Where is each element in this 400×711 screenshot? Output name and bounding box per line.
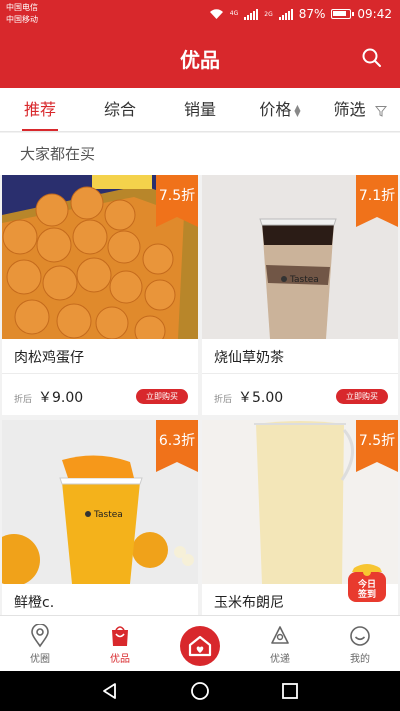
system-nav-bar <box>0 671 400 711</box>
nav-item-youpin[interactable]: 优品 <box>80 616 160 671</box>
smiley-icon <box>350 626 370 646</box>
discount-badge: 6.3折 <box>156 420 198 472</box>
buy-now-button[interactable]: 立即购买 <box>136 389 188 404</box>
carrier-2: 中国移动 <box>6 15 38 24</box>
carrier-1: 中国电信 <box>6 3 38 12</box>
funnel-icon <box>374 105 387 117</box>
divider <box>202 373 398 374</box>
price-label: 折后 <box>14 395 33 405</box>
page-title: 优品 <box>180 48 220 72</box>
status-indicators: 4G 2G 87% 09:42 <box>209 6 392 22</box>
recents-icon[interactable] <box>280 681 300 701</box>
filter-label: 推荐 <box>23 100 56 119</box>
delivery-icon <box>271 626 289 644</box>
nav-label: 优递 <box>270 654 290 665</box>
product-price: ￥9.00 <box>38 390 84 406</box>
search-icon[interactable] <box>360 46 384 70</box>
location-pin-icon <box>31 624 49 648</box>
discount-badge: 7.5折 <box>156 175 198 227</box>
bottom-nav: 优圈 优品 优递 我的 <box>0 615 400 671</box>
filter-bar: 推荐 综合 销量 价格 ▲ ▼ 筛选 <box>0 88 400 132</box>
home-circle-icon[interactable] <box>190 681 210 701</box>
filter-label: 销量 <box>183 100 216 119</box>
carrier-info: 中国电信 中国移动 <box>6 2 38 26</box>
price-label: 折后 <box>214 395 233 405</box>
home-button <box>180 626 220 666</box>
filter-screen[interactable]: 筛选 <box>320 88 400 131</box>
battery-icon <box>331 9 355 19</box>
daily-checkin-button[interactable]: 今日 签到 <box>344 558 390 604</box>
nav-item-youdi[interactable]: 优递 <box>240 616 320 671</box>
price-row: 折后 ￥5.00 <box>214 387 283 407</box>
nav-item-mine[interactable]: 我的 <box>320 616 400 671</box>
product-card[interactable]: 7.5折 肉松鸡蛋仔 折后 ￥9.00 立即购买 <box>2 175 198 415</box>
section-title: 大家都在买 <box>0 133 400 175</box>
home-heart-icon <box>188 635 212 657</box>
product-card[interactable]: Tastea 6.3折 鲜橙c. <box>2 420 198 616</box>
nav-label: 优圈 <box>30 654 50 665</box>
nav-label: 优品 <box>110 654 130 665</box>
shopping-bag-icon <box>112 626 128 646</box>
nav-label: 我的 <box>350 654 370 665</box>
nav-item-home[interactable] <box>160 616 240 671</box>
sort-arrows-icon: ▲ ▼ <box>294 102 301 118</box>
filter-label: 价格 <box>259 100 292 119</box>
filter-label: 综合 <box>103 100 136 119</box>
clock: 09:42 <box>357 7 392 21</box>
cup-brand: Tastea <box>289 275 319 285</box>
product-name: 烧仙草奶茶 <box>214 350 284 366</box>
wifi-icon <box>209 9 223 19</box>
signal-2-icon <box>278 8 293 20</box>
nav-item-youquan[interactable]: 优圈 <box>0 616 80 671</box>
checkin-label: 今日 签到 <box>344 580 390 600</box>
network-type-1: 4G <box>229 10 239 17</box>
filter-overall[interactable]: 综合 <box>80 88 160 131</box>
network-type-2: 2G <box>264 10 273 18</box>
signal-1-icon <box>244 8 259 20</box>
cup-brand: Tastea <box>93 510 123 520</box>
filter-price[interactable]: 价格 ▲ ▼ <box>240 88 320 131</box>
product-price: ￥5.00 <box>238 390 284 406</box>
checkin-line-1: 今日 <box>357 580 376 590</box>
filter-recommend[interactable]: 推荐 <box>0 88 80 131</box>
status-bar: 中国电信 中国移动 4G 2G 87% 09:42 <box>0 0 400 30</box>
discount-badge: 7.5折 <box>356 420 398 472</box>
product-name: 玉米布朗尼 <box>214 595 284 611</box>
battery-percent: 87% <box>298 7 326 21</box>
filter-sales[interactable]: 销量 <box>160 88 240 131</box>
app-bar: 优品 <box>0 30 400 88</box>
divider <box>2 373 198 374</box>
product-name: 鲜橙c. <box>14 595 55 611</box>
price-row: 折后 ￥9.00 <box>14 387 83 407</box>
product-card[interactable]: Tastea 7.1折 烧仙草奶茶 折后 ￥5.00 立即购买 <box>202 175 398 415</box>
product-name: 肉松鸡蛋仔 <box>14 350 84 366</box>
checkin-line-2: 签到 <box>357 590 376 600</box>
discount-badge: 7.1折 <box>356 175 398 227</box>
buy-now-button[interactable]: 立即购买 <box>336 389 388 404</box>
back-icon[interactable] <box>100 681 120 701</box>
filter-label: 筛选 <box>333 100 366 119</box>
